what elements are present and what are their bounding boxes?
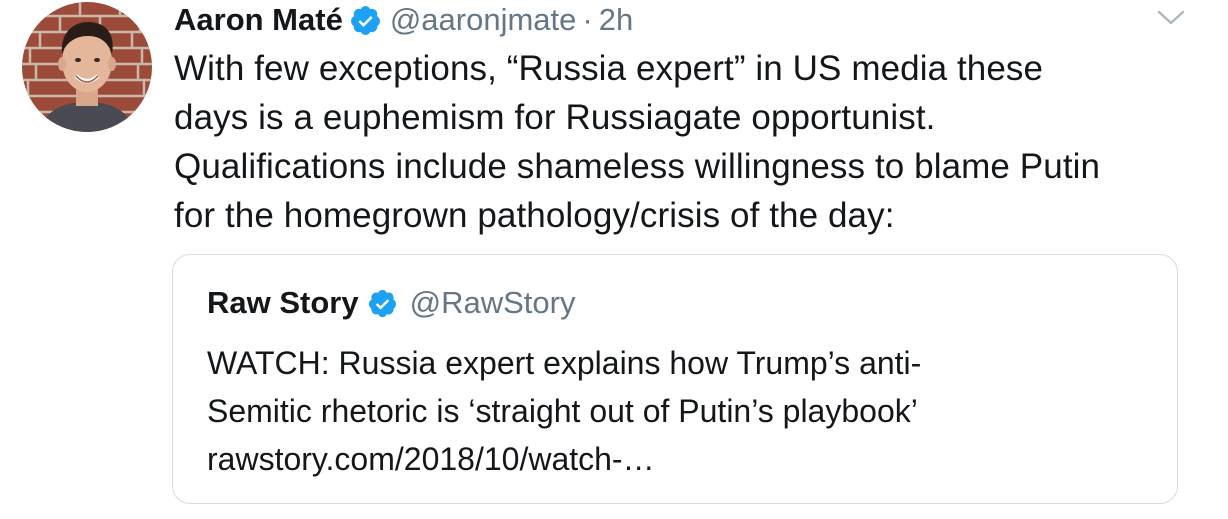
tweet-text-line: for the homegrown pathology/crisis of th…: [174, 196, 895, 235]
tweet-text: With few exceptions, “Russia expert” in …: [174, 44, 1204, 240]
tweet-timestamp[interactable]: 2h: [599, 0, 633, 40]
tweet-text-line: With few exceptions, “Russia expert” in …: [174, 49, 1044, 88]
tweet-text-line: days is a euphemism for Russiagate oppor…: [174, 98, 936, 137]
tweet-text-line: Qualifications include shameless willing…: [174, 147, 1101, 186]
author-display-name[interactable]: Aaron Maté: [174, 0, 343, 40]
tweet-header: Aaron Maté @aaronjmate · 2h: [174, 0, 633, 40]
quoted-tweet-text: WATCH: Russia expert explains how Trump’…: [207, 339, 1167, 483]
chevron-down-icon[interactable]: [1156, 8, 1186, 28]
verified-badge-icon: [349, 4, 382, 37]
author-handle[interactable]: @aaronjmate: [390, 0, 577, 40]
quoted-text-line: Semitic rhetoric is ‘straight out of Put…: [207, 393, 918, 429]
quoted-text-line: WATCH: Russia expert explains how Trump’…: [207, 345, 922, 381]
avatar-photo: [22, 2, 152, 132]
quoted-author-display-name: Raw Story: [207, 285, 359, 320]
quoted-tweet-header: Raw Story @RawStory: [207, 283, 575, 323]
verified-badge-icon: [367, 288, 398, 319]
avatar[interactable]: [22, 2, 152, 132]
quoted-author-handle: @RawStory: [409, 285, 576, 320]
quoted-link: rawstory.com/2018/10/watch-…: [207, 441, 655, 477]
dot-separator: ·: [582, 2, 593, 37]
quoted-tweet-card[interactable]: Raw Story @RawStory WATCH: Russia expert…: [172, 254, 1178, 504]
tweet[interactable]: Aaron Maté @aaronjmate · 2h With few exc…: [0, 0, 1228, 519]
